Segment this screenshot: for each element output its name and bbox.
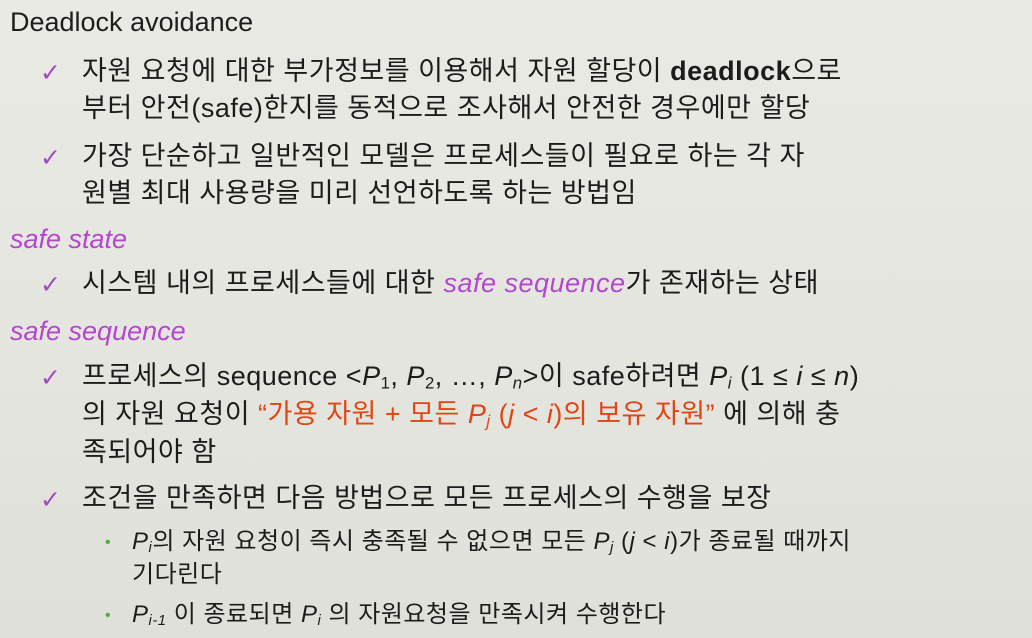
checkmark-icon: ✓ xyxy=(40,59,61,87)
sub-bullet-2: Pi-1 이 종료되면 Pi 의 자원요청을 만족시켜 수행한다 xyxy=(132,601,667,629)
checkmark-icon: ✓ xyxy=(40,144,61,172)
safe-state-bullet: 시스템 내의 프로세스들에 대한 safe sequence가 존재하는 상태 xyxy=(82,268,819,298)
safe-sequence-bullet-1-line-1: 프로세스의 sequence <P1, P2, …, Pn>이 safe하려면 … xyxy=(82,361,860,393)
avoidance-bullet-1-line-2: 부터 안전(safe)한지를 동적으로 조사해서 안전한 경우에만 할당 xyxy=(82,93,811,123)
safe-sequence-heading: safe sequence xyxy=(10,316,186,346)
slide-title: Deadlock avoidance xyxy=(10,7,254,37)
avoidance-bullet-2-line-2: 원별 최대 사용량을 미리 선언하도록 하는 방법임 xyxy=(82,178,637,208)
safe-sequence-bullet-2: 조건을 만족하면 다음 방법으로 모든 프로세스의 수행을 보장 xyxy=(82,483,772,513)
dot-icon: • xyxy=(105,607,111,624)
sub-bullet-1-line-1: Pi의 자원 요청이 즉시 충족될 수 없으면 모든 Pj (j < i)가 종… xyxy=(132,528,851,556)
dot-icon: • xyxy=(105,534,111,551)
checkmark-icon: ✓ xyxy=(40,486,61,514)
sub-bullet-1-line-2: 기다린다 xyxy=(132,561,223,588)
avoidance-bullet-2-line-1: 가장 단순하고 일반적인 모델은 프로세스들이 필요로 하는 각 자 xyxy=(82,141,805,171)
safe-sequence-bullet-1-line-2: 의 자원 요청이 “가용 자원 + 모든 Pj (j < i)의 보유 자원” … xyxy=(82,399,841,431)
avoidance-bullet-1-line-1: 자원 요청에 대한 부가정보를 이용해서 자원 할당이 deadlock으로 xyxy=(82,56,842,86)
checkmark-icon: ✓ xyxy=(40,271,61,299)
safe-state-heading: safe state xyxy=(10,224,128,254)
slide: Deadlock avoidance ✓ 자원 요청에 대한 부가정보를 이용해… xyxy=(0,0,1032,638)
safe-sequence-bullet-1-line-3: 족되어야 함 xyxy=(82,437,217,467)
checkmark-icon: ✓ xyxy=(40,364,61,392)
